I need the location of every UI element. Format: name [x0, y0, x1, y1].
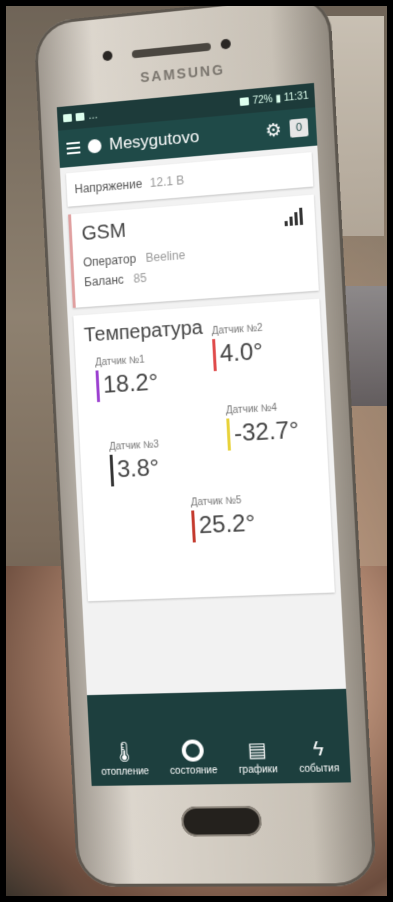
- operator-label: Оператор: [82, 251, 137, 270]
- gear-icon[interactable]: ⚙: [265, 119, 282, 142]
- balance-value: 85: [133, 270, 148, 286]
- sensor-5[interactable]: Датчик №5 25.2°: [191, 495, 257, 543]
- temperature-card[interactable]: Температура Датчик №1 18.2° Датчик №2 4.…: [73, 298, 335, 602]
- tab-events[interactable]: ϟ события: [298, 738, 340, 776]
- app-title: Mesygutovo: [108, 126, 200, 154]
- content: Напряжение 12.1 В GSM Оператор Beeline Б…: [60, 146, 341, 602]
- tab-charts[interactable]: ▤ графики: [237, 739, 278, 776]
- screen: … 72% ▮ 11:31 Mesygutovo ⚙ 0 Напряжение …: [56, 82, 351, 786]
- sensor-value: -32.7°: [233, 416, 300, 448]
- gsm-title: GSM: [81, 219, 127, 246]
- sensor-color-bar: [212, 338, 217, 372]
- voltage-value: 12.1 В: [149, 173, 185, 190]
- mail-icon: [75, 112, 85, 122]
- sensor-4[interactable]: Датчик №4 -32.7°: [226, 401, 300, 451]
- tab-label: графики: [238, 764, 278, 776]
- status-dot-icon: [87, 138, 102, 154]
- sensor-color-bar: [191, 510, 196, 543]
- bottom-tab-bar: 🌡 отопление состояние ▤ графики ϟ событи…: [86, 688, 351, 786]
- sensor-color-bar: [109, 454, 115, 487]
- signal-icon: [239, 97, 249, 107]
- menu-icon[interactable]: [66, 141, 81, 155]
- sensor-value: 18.2°: [102, 368, 159, 399]
- chart-icon: ▤: [247, 739, 268, 762]
- sensor-1[interactable]: Датчик №1 18.2°: [95, 354, 159, 403]
- tab-label: состояние: [169, 765, 218, 777]
- tab-label: отопление: [101, 766, 150, 778]
- tab-heating[interactable]: 🌡 отопление: [100, 741, 150, 778]
- sensor-3[interactable]: Датчик №3 3.8°: [108, 439, 161, 487]
- status-right-text: 72% ▮ 11:31: [252, 90, 309, 107]
- status-left-text: …: [87, 109, 99, 122]
- sensor-label: Датчик №3: [108, 439, 160, 453]
- operator-value: Beeline: [145, 248, 186, 265]
- thermometer-icon: 🌡: [111, 741, 138, 764]
- tab-label: события: [299, 763, 340, 776]
- sensor-label: Датчик №5: [190, 495, 242, 509]
- gsm-card[interactable]: GSM Оператор Beeline Баланс 85: [68, 194, 319, 308]
- sensor-value: 4.0°: [219, 337, 264, 368]
- sensor-value: 25.2°: [198, 509, 256, 540]
- ring-icon: [181, 739, 205, 762]
- signal-strength-icon: [284, 207, 304, 227]
- phone: SAMSUNG … 72% ▮ 11:31 Mesygutovo ⚙ 0 Нап…: [33, 6, 378, 896]
- sensor-2[interactable]: Датчик №2 4.0°: [211, 322, 264, 372]
- voltage-label: Напряжение: [74, 176, 143, 197]
- photo-frame: SAMSUNG … 72% ▮ 11:31 Mesygutovo ⚙ 0 Нап…: [6, 6, 387, 896]
- sensor-color-bar: [95, 370, 101, 403]
- balance-label: Баланс: [83, 272, 125, 290]
- temperature-title: Температура: [83, 316, 204, 347]
- sensor-label: Датчик №2: [211, 322, 264, 338]
- tab-status[interactable]: состояние: [168, 739, 218, 777]
- sensor-value: 3.8°: [116, 454, 160, 484]
- mail-icon: [62, 113, 73, 123]
- home-button[interactable]: [180, 805, 263, 837]
- notification-badge[interactable]: 0: [289, 117, 309, 138]
- sensor-color-bar: [226, 418, 231, 451]
- lightning-icon: ϟ: [312, 738, 325, 761]
